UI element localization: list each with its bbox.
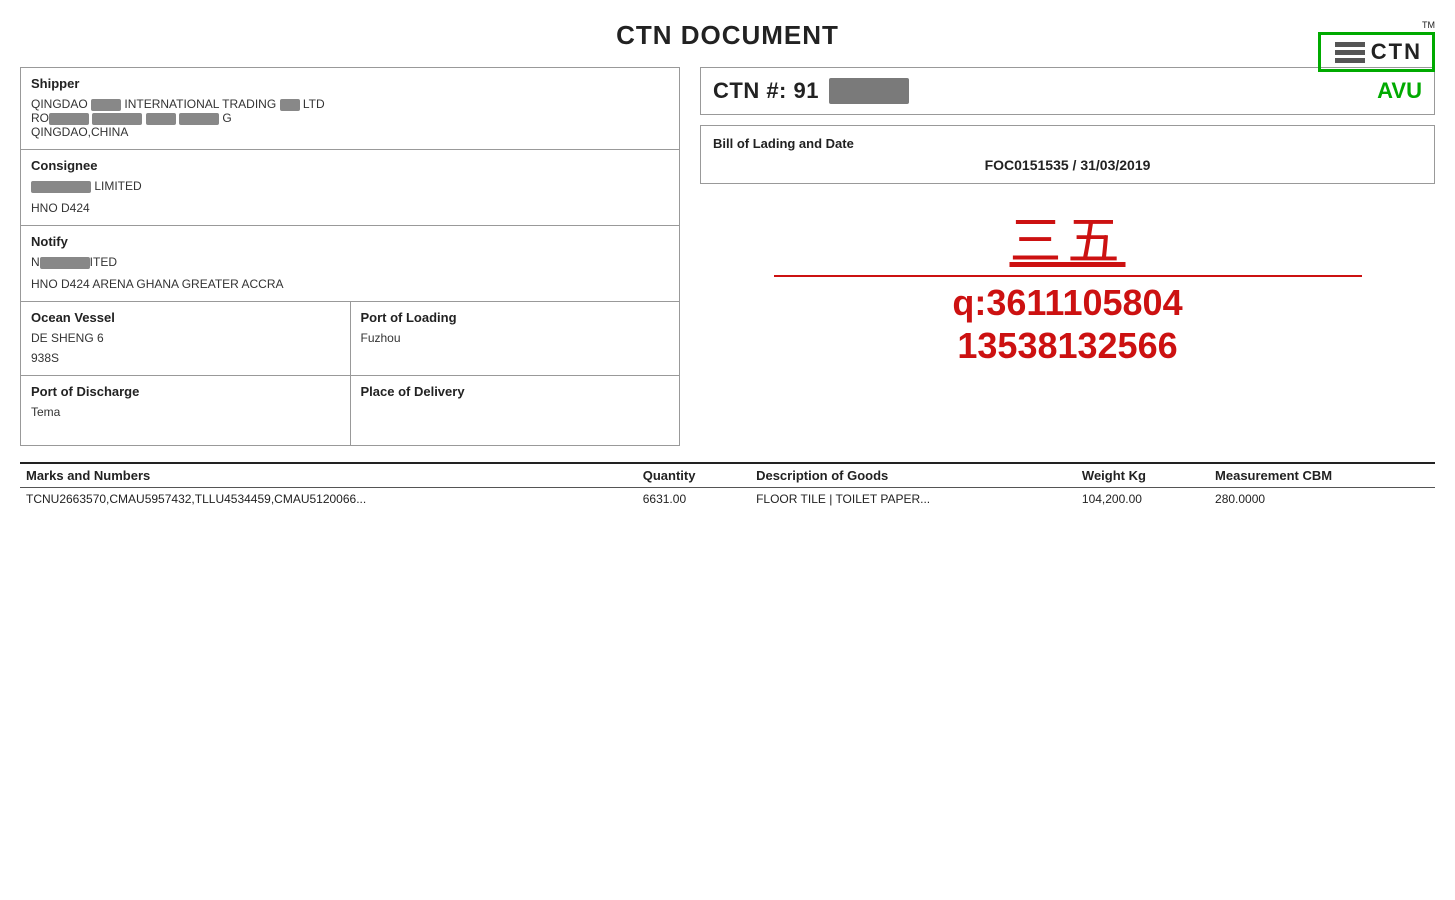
port-loading-col: Port of Loading Fuzhou [351,302,680,375]
vessel-name: DE SHENG 6 [31,331,340,345]
ctn-number: CTN #: 91 [713,78,819,104]
consignee-title: Consignee [31,158,669,173]
consignee-section: Consignee LIMITED HNO D424 [21,150,679,226]
left-panel: Shipper QINGDAO INTERNATIONAL TRADING LT… [20,67,680,446]
goods-table: Marks and Numbers Quantity Description o… [20,462,1435,510]
cell-weight: 104,200.00 [1076,488,1209,511]
shipper-title: Shipper [31,76,669,91]
ctn-redacted-bar [829,78,909,104]
contact-divider [774,275,1362,277]
bol-box: Bill of Lading and Date FOC0151535 / 31/… [700,125,1435,184]
port-discharge-title: Port of Discharge [31,384,340,399]
col-cbm: Measurement CBM [1209,463,1435,488]
port-discharge-col: Port of Discharge Tema [21,376,351,445]
place-delivery-value [361,405,670,435]
col-description: Description of Goods [750,463,1076,488]
tm-badge: TM [1318,20,1435,30]
port-loading-value: Fuzhou [361,331,670,361]
consignee-line2: HNO D424 [31,201,669,215]
logo-text: CTN [1371,39,1422,65]
shipper-line2: RO G [31,111,669,125]
notify-content: NITED HNO D424 ARENA GHANA GREATER ACCRA [31,255,669,291]
port-loading-title: Port of Loading [361,310,670,325]
shipper-section: Shipper QINGDAO INTERNATIONAL TRADING LT… [21,68,679,150]
right-panel: CTN #: 91 AVU Bill of Lading and Date FO… [700,67,1435,446]
col-marks: Marks and Numbers [20,463,637,488]
ocean-vessel-content: DE SHENG 6 938S [31,331,340,365]
page-title: CTN DOCUMENT [20,20,1435,51]
chinese-chars: 三五 [700,214,1435,271]
notify-title: Notify [31,234,669,249]
table-row: TCNU2663570,CMAU5957432,TLLU4534459,CMAU… [20,488,1435,511]
ocean-vessel-col: Ocean Vessel DE SHENG 6 938S [21,302,351,375]
vessel-voyage: 938S [31,351,340,365]
bol-value: FOC0151535 / 31/03/2019 [713,157,1422,173]
notify-section: Notify NITED HNO D424 ARENA GHANA GREATE… [21,226,679,302]
ctn-logo: TM CTN [1318,20,1435,72]
discharge-delivery-row: Port of Discharge Tema Place of Delivery [21,376,679,445]
ctn-number-box: CTN #: 91 AVU [700,67,1435,115]
notify-line2: HNO D424 ARENA GHANA GREATER ACCRA [31,277,669,291]
contact-q: q:3611105804 [700,281,1435,324]
logo-bars [1335,42,1365,63]
notify-line1: NITED [31,255,669,269]
port-discharge-value: Tema [31,405,340,435]
shipper-line3: QINGDAO,CHINA [31,125,669,139]
avu-label: AVU [1377,78,1422,104]
consignee-content: LIMITED HNO D424 [31,179,669,215]
cell-quantity: 6631.00 [637,488,750,511]
cell-description: FLOOR TILE | TOILET PAPER... [750,488,1076,511]
cell-marks: TCNU2663570,CMAU5957432,TLLU4534459,CMAU… [20,488,637,511]
vessel-loading-row: Ocean Vessel DE SHENG 6 938S Port of Loa… [21,302,679,376]
place-delivery-col: Place of Delivery [351,376,680,445]
col-quantity: Quantity [637,463,750,488]
cell-cbm: 280.0000 [1209,488,1435,511]
contact-phone: 13538132566 [700,324,1435,367]
logo-box: CTN [1318,32,1435,72]
shipper-content: QINGDAO INTERNATIONAL TRADING LTD RO G Q… [31,97,669,139]
bol-title: Bill of Lading and Date [713,136,1422,151]
ocean-vessel-title: Ocean Vessel [31,310,340,325]
col-weight: Weight Kg [1076,463,1209,488]
chinese-section: 三五 q:3611105804 13538132566 [700,214,1435,368]
shipper-line1: QINGDAO INTERNATIONAL TRADING LTD [31,97,669,111]
consignee-line1: LIMITED [31,179,669,193]
place-delivery-title: Place of Delivery [361,384,670,399]
